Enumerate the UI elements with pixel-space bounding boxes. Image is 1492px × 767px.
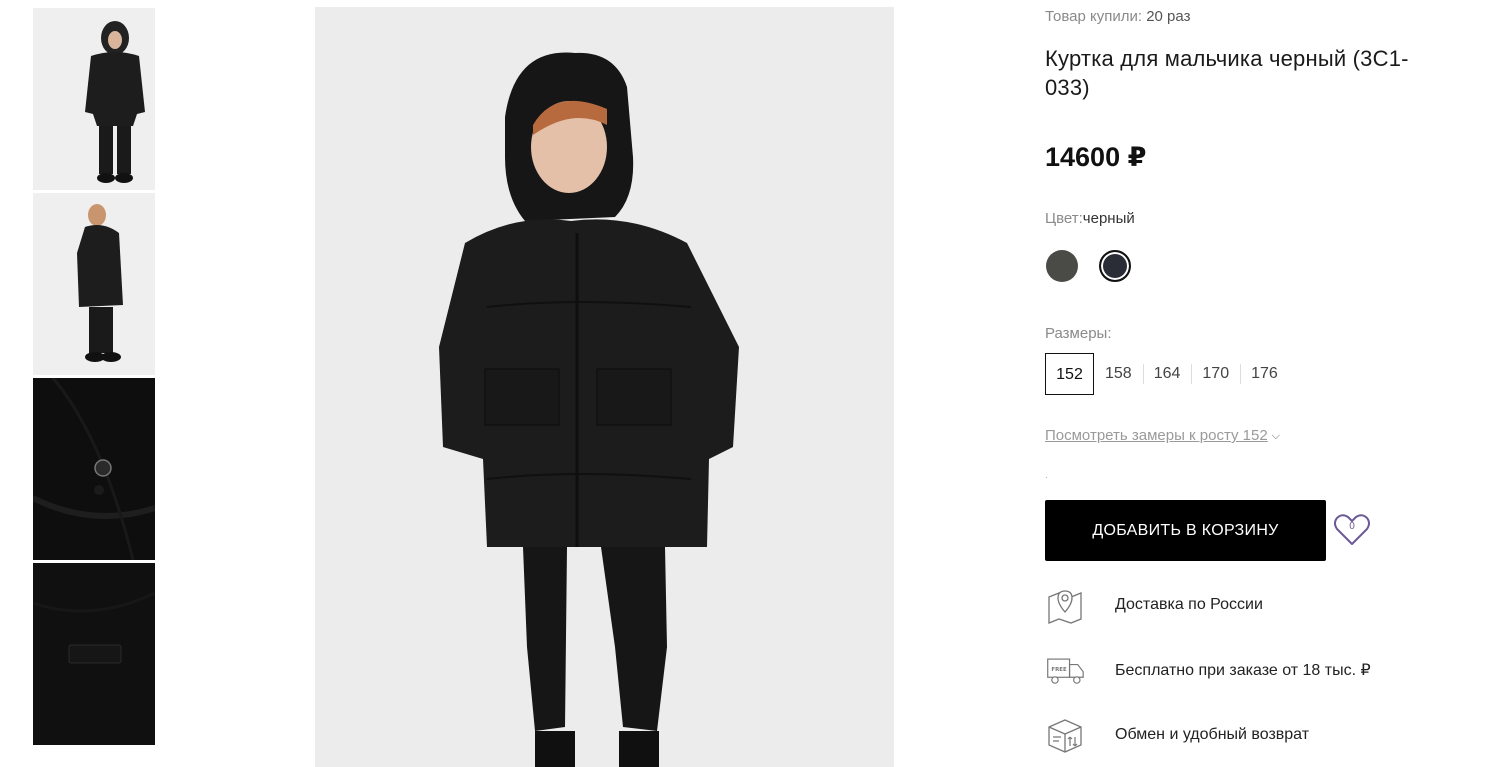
- color-label-text: Цвет:: [1045, 210, 1083, 227]
- main-product-photo[interactable]: [315, 7, 894, 767]
- product-title: Куртка для мальчика черный (3С1-033): [1045, 46, 1409, 100]
- map-pin-icon: [1045, 585, 1085, 625]
- purchased-count: 20 раз: [1146, 8, 1191, 25]
- svg-text:FREE: FREE: [1051, 667, 1067, 673]
- thumbnail-detail-label[interactable]: [33, 563, 155, 745]
- feature-free-shipping-text: Бесплатно при заказе от 18 тыс. ₽: [1115, 662, 1371, 679]
- color-value: черный: [1082, 210, 1135, 227]
- feature-delivery-text: Доставка по России: [1115, 596, 1263, 613]
- size-option-158[interactable]: 158: [1094, 353, 1143, 395]
- return-box-icon: [1045, 715, 1085, 755]
- product-price: 14600 ₽: [1045, 142, 1147, 172]
- photo-side-image: [33, 193, 155, 375]
- favorites-count: 0: [1349, 521, 1355, 532]
- free-delivery-truck-icon: FREE: [1045, 650, 1085, 690]
- thumbnail-front[interactable]: [33, 8, 155, 190]
- feature-delivery: Доставка по России: [1045, 585, 1263, 625]
- measurements-link-text: Посмотреть замеры к росту 152: [1045, 427, 1268, 444]
- photo-detail-zipper-image: [33, 378, 155, 560]
- photo-detail-label-image: [33, 563, 155, 745]
- thumbnail-detail-zipper[interactable]: [33, 378, 155, 560]
- color-label: Цвет:черный: [1045, 210, 1135, 227]
- feature-returns-text: Обмен и удобный возврат: [1115, 726, 1310, 743]
- photo-front-image: [33, 8, 155, 190]
- size-option-170[interactable]: 170: [1191, 353, 1240, 395]
- jacket-illustration: [315, 7, 894, 767]
- sizes-label: Размеры:: [1045, 325, 1112, 342]
- color-swatch-black-selected[interactable]: [1099, 250, 1131, 282]
- measurements-link[interactable]: Посмотреть замеры к росту 152 ⌵: [1045, 427, 1280, 444]
- add-to-cart-button[interactable]: ДОБАВИТЬ В КОРЗИНУ: [1045, 500, 1326, 561]
- size-selector: 152 158 164 170 176: [1045, 353, 1289, 395]
- feature-free-shipping: FREE Бесплатно при заказе от 18 тыс. ₽: [1045, 650, 1371, 690]
- favorite-button[interactable]: 0: [1332, 509, 1372, 549]
- size-option-152[interactable]: 152: [1045, 353, 1094, 395]
- purchased-count-line: Товар купили: 20 раз: [1045, 8, 1190, 25]
- separator-dot: .: [1045, 470, 1048, 481]
- feature-returns: Обмен и удобный возврат: [1045, 715, 1309, 755]
- size-option-176[interactable]: 176: [1240, 353, 1289, 395]
- size-option-164[interactable]: 164: [1142, 353, 1192, 395]
- thumbnail-list: [33, 8, 155, 748]
- thumbnail-side[interactable]: [33, 193, 155, 375]
- purchased-label: Товар купили:: [1045, 8, 1143, 25]
- chevron-down-icon: ⌵: [1271, 430, 1281, 442]
- color-swatch-dark-grey[interactable]: [1046, 250, 1078, 282]
